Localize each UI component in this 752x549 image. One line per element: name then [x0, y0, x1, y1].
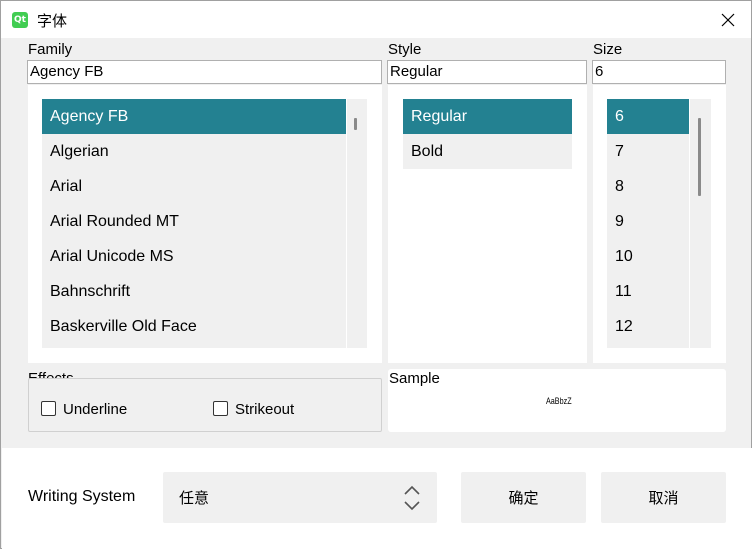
size-item-10[interactable]: 10: [607, 239, 689, 274]
family-scrollbar-divider: [346, 99, 347, 348]
family-item-algerian[interactable]: Algerian: [42, 134, 346, 169]
writing-system-label: Writing System: [28, 488, 136, 505]
style-input[interactable]: Regular: [387, 60, 587, 84]
family-label: Family: [28, 41, 73, 58]
size-item-11[interactable]: 11: [607, 274, 689, 309]
style-list-panel: Regular Bold: [388, 85, 587, 363]
close-button[interactable]: [705, 1, 751, 38]
size-input[interactable]: 6: [592, 60, 726, 84]
sample-label: Sample: [389, 370, 440, 387]
size-item-7[interactable]: 7: [607, 134, 689, 169]
effects-group: Underline Strikeout: [28, 378, 382, 432]
size-scrollbar-thumb[interactable]: [698, 118, 701, 196]
size-item-8[interactable]: 8: [607, 169, 689, 204]
family-item-arial[interactable]: Arial: [42, 169, 346, 204]
style-item-bold[interactable]: Bold: [403, 134, 572, 169]
family-list[interactable]: Agency FB Algerian Arial Arial Rounded M…: [42, 99, 367, 348]
family-item-bahnschrift[interactable]: Bahnschrift: [42, 274, 346, 309]
sample-preview: AaBbzZ: [546, 396, 572, 406]
family-item-baskerville-old-face[interactable]: Baskerville Old Face: [42, 309, 346, 344]
qt-logo-icon: Qt: [12, 12, 28, 28]
style-list[interactable]: Regular Bold: [403, 99, 572, 169]
style-label: Style: [388, 41, 422, 58]
cancel-button[interactable]: 取消: [601, 472, 726, 523]
writing-system-select[interactable]: 任意: [163, 472, 437, 523]
style-item-regular[interactable]: Regular: [403, 99, 572, 134]
size-item-6[interactable]: 6: [607, 99, 689, 134]
strikeout-checkbox[interactable]: [213, 401, 228, 416]
size-scrollbar-divider: [689, 99, 690, 348]
dialog-footer: Writing System 任意 确定 取消: [2, 448, 752, 549]
size-item-9[interactable]: 9: [607, 204, 689, 239]
family-scrollbar-thumb[interactable]: [354, 118, 357, 130]
size-list[interactable]: 6 7 8 9 10 11 12: [607, 99, 711, 348]
sample-box: Sample AaBbzZ: [388, 369, 726, 432]
family-input[interactable]: Agency FB: [27, 60, 382, 84]
ok-button[interactable]: 确定: [461, 472, 586, 523]
size-list-panel: 6 7 8 9 10 11 12: [593, 85, 726, 363]
updown-chevron-icon: [404, 485, 420, 511]
size-item-12[interactable]: 12: [607, 309, 689, 344]
underline-checkbox[interactable]: [41, 401, 56, 416]
size-label: Size: [593, 41, 623, 58]
close-icon: [721, 13, 735, 26]
font-dialog: Qt 字体 Family Style Size Agency FB Regula…: [0, 0, 752, 549]
family-item-arial-unicode-ms[interactable]: Arial Unicode MS: [42, 239, 346, 274]
family-item-arial-rounded-mt[interactable]: Arial Rounded MT: [42, 204, 346, 239]
title-bar: Qt 字体: [1, 1, 751, 38]
strikeout-label[interactable]: Strikeout: [235, 401, 294, 418]
writing-system-value: 任意: [179, 489, 210, 507]
family-list-panel: Agency FB Algerian Arial Arial Rounded M…: [28, 85, 382, 363]
underline-label[interactable]: Underline: [63, 401, 127, 418]
family-item-agency-fb[interactable]: Agency FB: [42, 99, 346, 134]
window-title: 字体: [37, 12, 68, 30]
